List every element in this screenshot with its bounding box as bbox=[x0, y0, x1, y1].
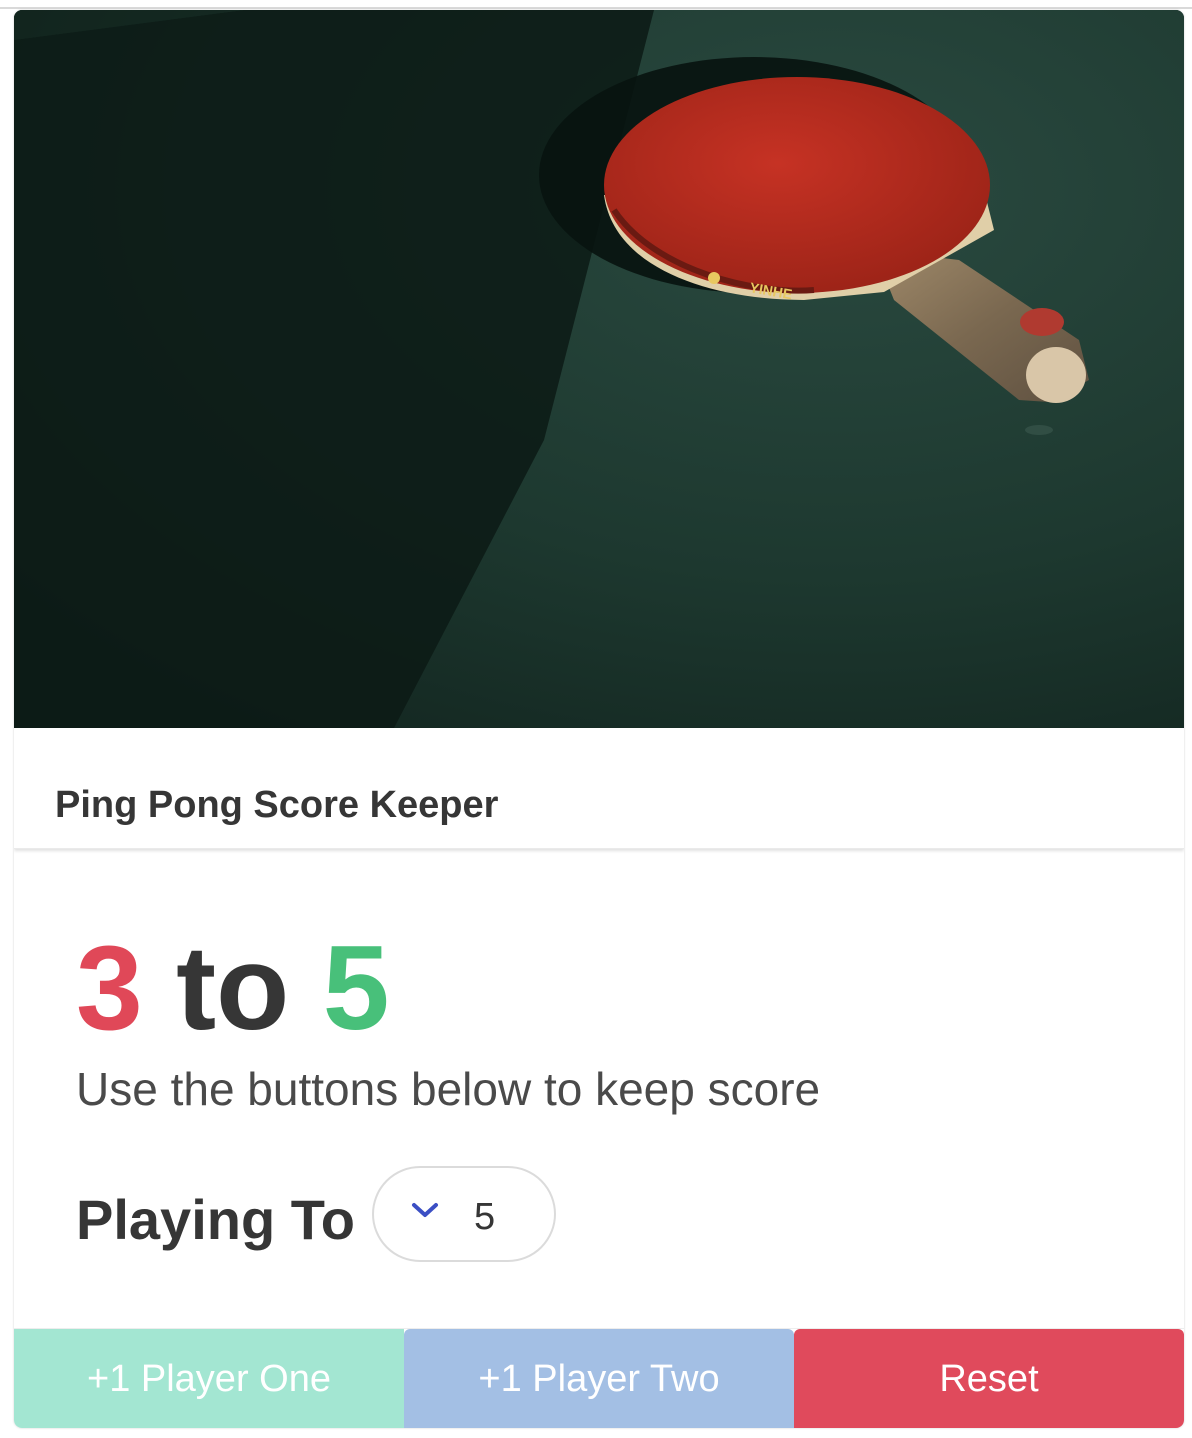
card-image: YINHE bbox=[14, 10, 1184, 728]
window-top-border bbox=[0, 7, 1192, 9]
score-keeper-card: YINHE Ping Pong Score Keeper 3 to 5 Use … bbox=[14, 10, 1184, 1428]
player-two-button[interactable]: +1 Player Two bbox=[404, 1329, 794, 1428]
winning-score-value: 5 bbox=[474, 1196, 496, 1238]
card-header: Ping Pong Score Keeper bbox=[14, 728, 1184, 849]
instructions-text: Use the buttons below to keep score bbox=[76, 1063, 821, 1115]
winning-score-select[interactable]: 5 bbox=[372, 1166, 556, 1262]
player-one-button[interactable]: +1 Player One bbox=[14, 1329, 404, 1428]
score-separator: to bbox=[176, 921, 290, 1055]
chevron-down-icon bbox=[410, 1200, 440, 1225]
card-footer: +1 Player One +1 Player Two Reset bbox=[14, 1328, 1184, 1428]
card-title: Ping Pong Score Keeper bbox=[55, 784, 499, 826]
player-two-score: 5 bbox=[322, 921, 390, 1055]
reset-button[interactable]: Reset bbox=[794, 1329, 1184, 1428]
playing-to-label: Playing To bbox=[76, 1188, 355, 1251]
score-display: 3 to 5 bbox=[76, 928, 389, 1048]
player-one-score: 3 bbox=[76, 921, 143, 1055]
